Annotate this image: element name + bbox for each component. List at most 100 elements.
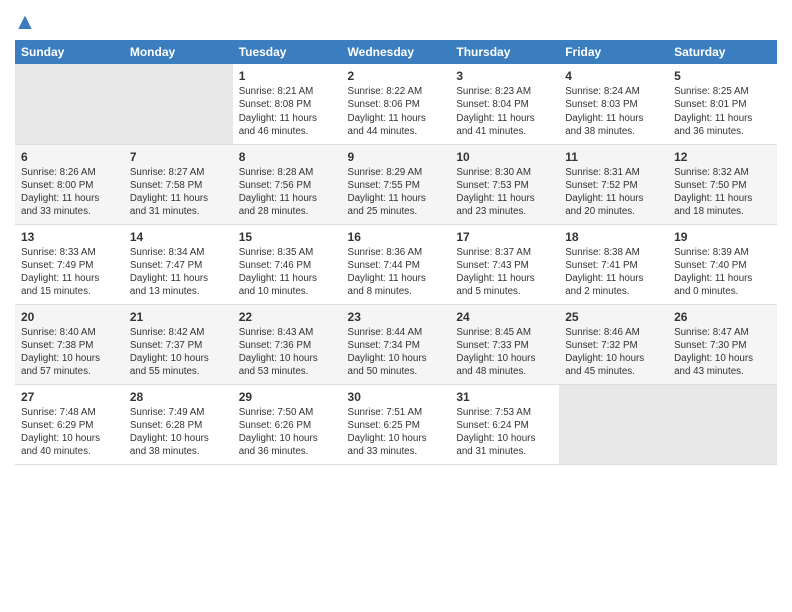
col-header-friday: Friday: [559, 40, 668, 64]
day-number: 6: [21, 149, 118, 165]
day-info: Sunrise: 8:33 AMSunset: 7:49 PMDaylight:…: [21, 246, 118, 299]
calendar-cell: 17Sunrise: 8:37 AMSunset: 7:43 PMDayligh…: [450, 224, 559, 304]
col-header-saturday: Saturday: [668, 40, 777, 64]
day-info: Sunrise: 8:45 AMSunset: 7:33 PMDaylight:…: [456, 326, 553, 379]
calendar-cell: 12Sunrise: 8:32 AMSunset: 7:50 PMDayligh…: [668, 144, 777, 224]
day-number: 24: [456, 309, 553, 325]
day-info: Sunrise: 8:34 AMSunset: 7:47 PMDaylight:…: [130, 246, 227, 299]
day-number: 13: [21, 229, 118, 245]
day-info: Sunrise: 8:27 AMSunset: 7:58 PMDaylight:…: [130, 166, 227, 219]
header-row: [15, 10, 777, 34]
calendar-cell: 29Sunrise: 7:50 AMSunset: 6:26 PMDayligh…: [233, 384, 342, 464]
calendar-cell: 23Sunrise: 8:44 AMSunset: 7:34 PMDayligh…: [342, 304, 451, 384]
day-number: 26: [674, 309, 771, 325]
calendar-cell: 2Sunrise: 8:22 AMSunset: 8:06 PMDaylight…: [342, 64, 451, 144]
day-info: Sunrise: 8:36 AMSunset: 7:44 PMDaylight:…: [348, 246, 445, 299]
day-info: Sunrise: 8:44 AMSunset: 7:34 PMDaylight:…: [348, 326, 445, 379]
day-info: Sunrise: 8:24 AMSunset: 8:03 PMDaylight:…: [565, 85, 662, 138]
day-info: Sunrise: 7:50 AMSunset: 6:26 PMDaylight:…: [239, 406, 336, 459]
day-number: 8: [239, 149, 336, 165]
day-number: 12: [674, 149, 771, 165]
day-number: 23: [348, 309, 445, 325]
calendar-cell: 21Sunrise: 8:42 AMSunset: 7:37 PMDayligh…: [124, 304, 233, 384]
main-container: SundayMondayTuesdayWednesdayThursdayFrid…: [0, 0, 792, 475]
col-header-monday: Monday: [124, 40, 233, 64]
day-number: 3: [456, 68, 553, 84]
calendar-cell: 10Sunrise: 8:30 AMSunset: 7:53 PMDayligh…: [450, 144, 559, 224]
day-info: Sunrise: 8:23 AMSunset: 8:04 PMDaylight:…: [456, 85, 553, 138]
logo: [15, 14, 39, 34]
calendar-cell: 14Sunrise: 8:34 AMSunset: 7:47 PMDayligh…: [124, 224, 233, 304]
day-number: 29: [239, 389, 336, 405]
calendar-cell: 24Sunrise: 8:45 AMSunset: 7:33 PMDayligh…: [450, 304, 559, 384]
calendar-cell: 5Sunrise: 8:25 AMSunset: 8:01 PMDaylight…: [668, 64, 777, 144]
week-row-2: 6Sunrise: 8:26 AMSunset: 8:00 PMDaylight…: [15, 144, 777, 224]
day-number: 31: [456, 389, 553, 405]
col-header-wednesday: Wednesday: [342, 40, 451, 64]
day-number: 20: [21, 309, 118, 325]
calendar-cell: 19Sunrise: 8:39 AMSunset: 7:40 PMDayligh…: [668, 224, 777, 304]
day-info: Sunrise: 8:28 AMSunset: 7:56 PMDaylight:…: [239, 166, 336, 219]
day-number: 4: [565, 68, 662, 84]
calendar-cell: 3Sunrise: 8:23 AMSunset: 8:04 PMDaylight…: [450, 64, 559, 144]
calendar-cell: 28Sunrise: 7:49 AMSunset: 6:28 PMDayligh…: [124, 384, 233, 464]
day-info: Sunrise: 7:48 AMSunset: 6:29 PMDaylight:…: [21, 406, 118, 459]
day-info: Sunrise: 8:25 AMSunset: 8:01 PMDaylight:…: [674, 85, 771, 138]
day-info: Sunrise: 7:51 AMSunset: 6:25 PMDaylight:…: [348, 406, 445, 459]
day-info: Sunrise: 8:30 AMSunset: 7:53 PMDaylight:…: [456, 166, 553, 219]
day-info: Sunrise: 8:40 AMSunset: 7:38 PMDaylight:…: [21, 326, 118, 379]
calendar-cell: 4Sunrise: 8:24 AMSunset: 8:03 PMDaylight…: [559, 64, 668, 144]
day-number: 15: [239, 229, 336, 245]
day-number: 5: [674, 68, 771, 84]
calendar-cell: 1Sunrise: 8:21 AMSunset: 8:08 PMDaylight…: [233, 64, 342, 144]
calendar-cell: 13Sunrise: 8:33 AMSunset: 7:49 PMDayligh…: [15, 224, 124, 304]
calendar-cell: 26Sunrise: 8:47 AMSunset: 7:30 PMDayligh…: [668, 304, 777, 384]
day-number: 7: [130, 149, 227, 165]
day-info: Sunrise: 8:38 AMSunset: 7:41 PMDaylight:…: [565, 246, 662, 299]
calendar-cell: 6Sunrise: 8:26 AMSunset: 8:00 PMDaylight…: [15, 144, 124, 224]
calendar-cell: 20Sunrise: 8:40 AMSunset: 7:38 PMDayligh…: [15, 304, 124, 384]
day-info: Sunrise: 7:53 AMSunset: 6:24 PMDaylight:…: [456, 406, 553, 459]
calendar-cell: 25Sunrise: 8:46 AMSunset: 7:32 PMDayligh…: [559, 304, 668, 384]
day-info: Sunrise: 8:35 AMSunset: 7:46 PMDaylight:…: [239, 246, 336, 299]
week-row-3: 13Sunrise: 8:33 AMSunset: 7:49 PMDayligh…: [15, 224, 777, 304]
day-number: 21: [130, 309, 227, 325]
day-number: 28: [130, 389, 227, 405]
day-number: 14: [130, 229, 227, 245]
calendar-cell: 9Sunrise: 8:29 AMSunset: 7:55 PMDaylight…: [342, 144, 451, 224]
day-info: Sunrise: 8:22 AMSunset: 8:06 PMDaylight:…: [348, 85, 445, 138]
day-info: Sunrise: 8:29 AMSunset: 7:55 PMDaylight:…: [348, 166, 445, 219]
calendar-cell: [124, 64, 233, 144]
week-row-5: 27Sunrise: 7:48 AMSunset: 6:29 PMDayligh…: [15, 384, 777, 464]
calendar-body: 1Sunrise: 8:21 AMSunset: 8:08 PMDaylight…: [15, 64, 777, 464]
day-number: 16: [348, 229, 445, 245]
day-info: Sunrise: 7:49 AMSunset: 6:28 PMDaylight:…: [130, 406, 227, 459]
calendar-table: SundayMondayTuesdayWednesdayThursdayFrid…: [15, 40, 777, 465]
logo-icon: [15, 14, 35, 34]
day-number: 1: [239, 68, 336, 84]
week-row-1: 1Sunrise: 8:21 AMSunset: 8:08 PMDaylight…: [15, 64, 777, 144]
calendar-cell: 27Sunrise: 7:48 AMSunset: 6:29 PMDayligh…: [15, 384, 124, 464]
col-header-tuesday: Tuesday: [233, 40, 342, 64]
day-info: Sunrise: 8:39 AMSunset: 7:40 PMDaylight:…: [674, 246, 771, 299]
day-number: 10: [456, 149, 553, 165]
day-number: 18: [565, 229, 662, 245]
calendar-cell: [668, 384, 777, 464]
day-number: 19: [674, 229, 771, 245]
day-number: 27: [21, 389, 118, 405]
calendar-cell: 31Sunrise: 7:53 AMSunset: 6:24 PMDayligh…: [450, 384, 559, 464]
col-header-sunday: Sunday: [15, 40, 124, 64]
day-number: 9: [348, 149, 445, 165]
week-row-4: 20Sunrise: 8:40 AMSunset: 7:38 PMDayligh…: [15, 304, 777, 384]
day-number: 11: [565, 149, 662, 165]
calendar-cell: 15Sunrise: 8:35 AMSunset: 7:46 PMDayligh…: [233, 224, 342, 304]
day-info: Sunrise: 8:37 AMSunset: 7:43 PMDaylight:…: [456, 246, 553, 299]
col-header-thursday: Thursday: [450, 40, 559, 64]
day-info: Sunrise: 8:26 AMSunset: 8:00 PMDaylight:…: [21, 166, 118, 219]
calendar-cell: 22Sunrise: 8:43 AMSunset: 7:36 PMDayligh…: [233, 304, 342, 384]
day-info: Sunrise: 8:31 AMSunset: 7:52 PMDaylight:…: [565, 166, 662, 219]
day-info: Sunrise: 8:43 AMSunset: 7:36 PMDaylight:…: [239, 326, 336, 379]
day-info: Sunrise: 8:32 AMSunset: 7:50 PMDaylight:…: [674, 166, 771, 219]
day-number: 25: [565, 309, 662, 325]
day-info: Sunrise: 8:21 AMSunset: 8:08 PMDaylight:…: [239, 85, 336, 138]
